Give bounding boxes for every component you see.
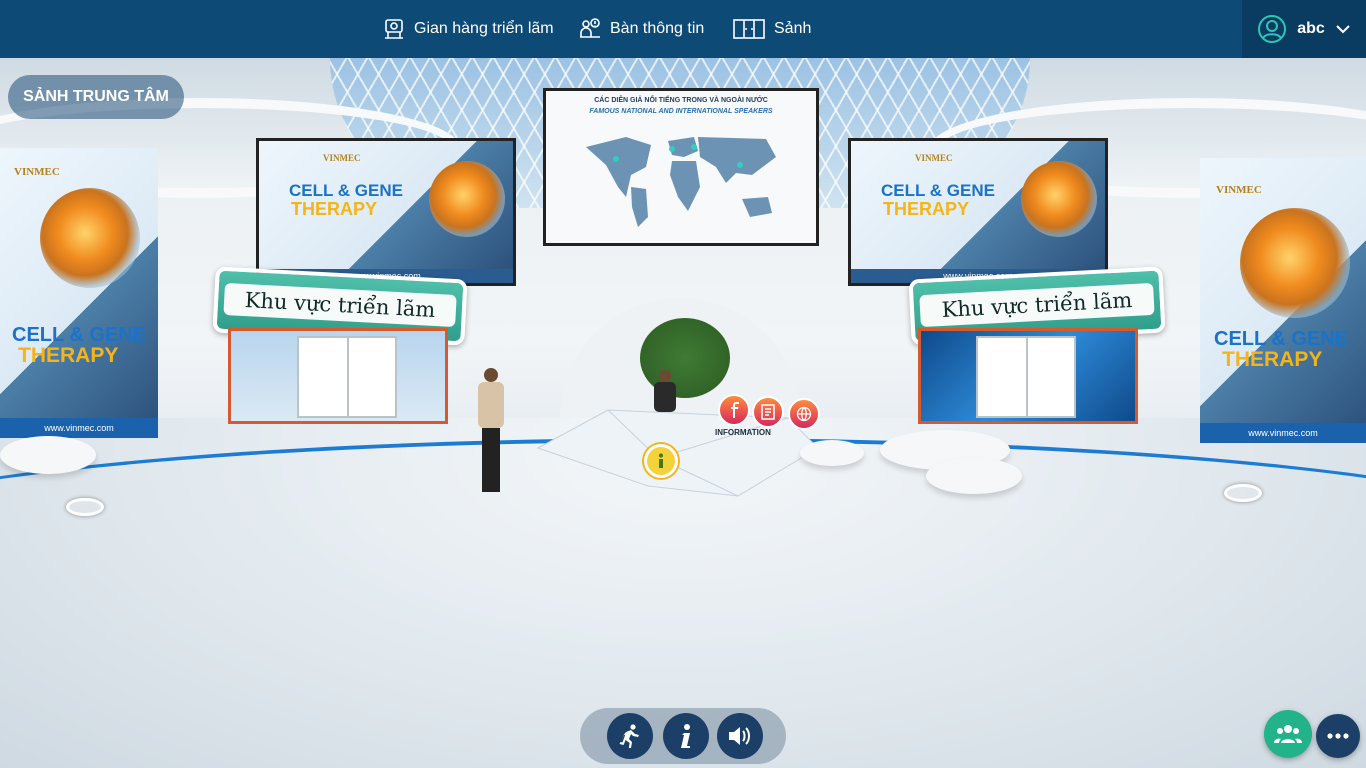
hanging-left-title1: CELL & GENE <box>289 181 403 200</box>
top-navigation-bar: Gian hàng triển lãm Bàn thông tin Sảnh a… <box>0 0 1366 58</box>
receptionist-avatar <box>654 370 676 414</box>
banner-left-url: www.vinmec.com <box>0 418 158 438</box>
move-hotspot-left[interactable] <box>66 498 104 516</box>
community-button[interactable] <box>1264 710 1312 758</box>
hanging-right-cell-image <box>1021 161 1097 237</box>
information-icon <box>681 724 690 748</box>
sound-icon <box>729 727 750 745</box>
hanging-right-brand: VINMEC <box>915 153 953 163</box>
seat-stone-4 <box>0 436 96 474</box>
group-icon <box>1274 725 1302 743</box>
visitor-avatar <box>476 368 506 498</box>
document-button[interactable] <box>752 396 784 428</box>
username: abc <box>1297 20 1325 37</box>
sound-button[interactable] <box>717 713 763 759</box>
hanging-left-brand: VINMEC <box>323 153 361 163</box>
banner-right-cell-image <box>1240 208 1350 318</box>
move-hotspot-right[interactable] <box>1224 484 1262 502</box>
nav-lobby[interactable]: Sảnh <box>732 0 811 58</box>
speakers-title-en: FAMOUS NATIONAL AND INTERNATIONAL SPEAKE… <box>589 108 773 115</box>
hanging-right-title2: THERAPY <box>883 199 970 219</box>
info-icon <box>659 453 663 468</box>
walk-button[interactable] <box>607 713 653 759</box>
seat-stone-3 <box>926 458 1022 494</box>
banner-left-title2: THERAPY <box>18 344 119 367</box>
hanging-banner-right: VINMEC CELL & GENE THERAPY www.vinmec.co… <box>848 138 1108 286</box>
exhibit-door-left[interactable] <box>297 336 397 418</box>
hanging-right-title1: CELL & GENE <box>881 181 995 200</box>
info-desk-icon <box>580 18 600 38</box>
chevron-down-icon <box>1336 25 1350 34</box>
speakers-title-vi: CÁC DIỄN GIẢ NỔI TIẾNG TRONG VÀ NGOÀI NƯ… <box>594 97 768 104</box>
hanging-banner-left: VINMEC CELL & GENE THERAPY www.vinmec.co… <box>256 138 516 286</box>
info-hotspot[interactable] <box>644 444 678 478</box>
seat-stone-1 <box>800 440 864 466</box>
user-menu[interactable]: abc <box>1242 0 1366 58</box>
nav-info-desk-label: Bàn thông tin <box>610 20 705 37</box>
exhibit-door-right[interactable] <box>976 336 1076 418</box>
nav-info-desk[interactable]: Bàn thông tin <box>578 0 704 58</box>
hanging-left-title2: THERAPY <box>291 199 378 219</box>
speakers-screen[interactable]: CÁC DIỄN GIẢ NỔI TIẾNG TRONG VÀ NGOÀI NƯ… <box>543 88 819 246</box>
walk-icon <box>619 724 639 748</box>
more-icon <box>1327 733 1349 739</box>
more-button[interactable] <box>1316 714 1360 758</box>
web-icon <box>796 406 812 422</box>
banner-left-brand: VINMEC <box>14 166 60 178</box>
exhibit-sign-left-label: Khu vực triển lãm <box>223 282 457 328</box>
banner-right-url: www.vinmec.com <box>1200 423 1366 443</box>
nav-booths-label: Gian hàng triển lãm <box>414 20 554 37</box>
facebook-button[interactable] <box>718 394 750 426</box>
nav-booths[interactable]: Gian hàng triển lãm <box>382 0 554 58</box>
lobby-icon <box>733 19 765 39</box>
location-label: SẢNH TRUNG TÂM <box>8 75 184 119</box>
exhibit-sign-right-label: Khu vực triển lãm <box>919 282 1155 328</box>
banner-right: VINMEC CELL & GENE THERAPY www.vinmec.co… <box>1200 158 1366 443</box>
banner-right-title2: THERAPY <box>1222 348 1323 371</box>
banner-left: VINMEC CELL & GENE THERAPY www.vinmec.co… <box>0 148 158 438</box>
facebook-icon <box>731 402 739 418</box>
website-button[interactable] <box>788 398 820 430</box>
banner-right-brand: VINMEC <box>1216 184 1262 196</box>
information-button[interactable] <box>663 713 709 759</box>
banner-left-cell-image <box>40 188 140 288</box>
world-map <box>586 137 776 227</box>
booth-icon <box>385 19 403 39</box>
hanging-left-cell-image <box>429 161 505 237</box>
document-icon <box>761 404 775 420</box>
information-label: INFORMATION <box>715 428 771 437</box>
user-avatar-icon <box>1258 15 1287 43</box>
virtual-lobby-scene: VINMEC CELL & GENE THERAPY www.vinmec.co… <box>0 58 1366 768</box>
nav-lobby-label: Sảnh <box>774 20 812 37</box>
